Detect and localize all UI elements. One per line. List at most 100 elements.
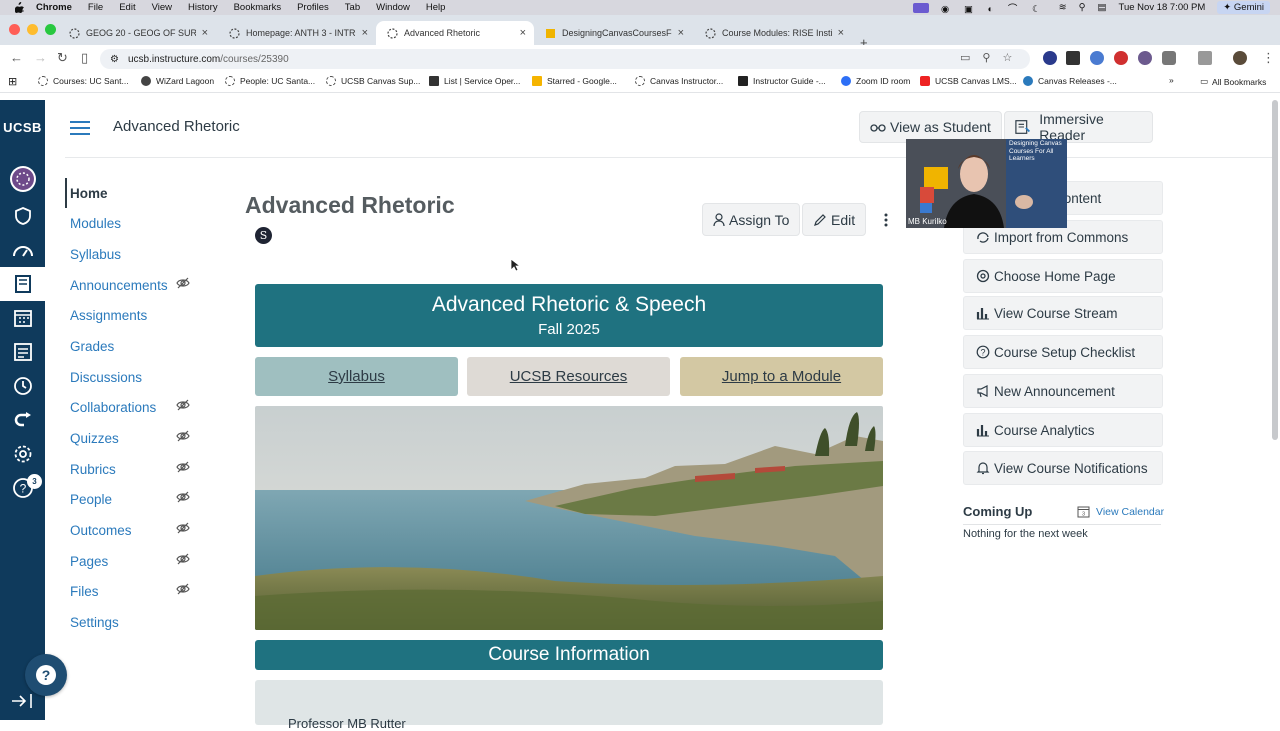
extension-icon[interactable] (1066, 51, 1080, 65)
course-menu-toggle-icon[interactable] (70, 121, 90, 135)
zoom-window-icon[interactable] (45, 24, 56, 35)
control-center-icon[interactable]: ▤ (1098, 2, 1107, 13)
extension-icon[interactable] (1043, 51, 1057, 65)
course-nav-home[interactable]: Home (70, 186, 108, 201)
course-nav-outcomes[interactable]: Outcomes (70, 523, 132, 538)
menu-window[interactable]: Window (376, 2, 410, 13)
view-course-notifications-button[interactable]: View Course Notifications (963, 451, 1163, 485)
nav-inbox[interactable] (0, 335, 45, 369)
nav-calendar[interactable] (0, 301, 45, 335)
ucsb-resources-link-button[interactable]: UCSB Resources (467, 357, 670, 396)
syllabus-link-button[interactable]: Syllabus (255, 357, 458, 396)
bookmark-item[interactable]: UCSB Canvas LMS... (920, 76, 1017, 86)
course-nav-grades[interactable]: Grades (70, 339, 114, 354)
view-calendar-link[interactable]: 3 View Calendar (1077, 505, 1164, 518)
page-scrollbar[interactable] (1272, 100, 1278, 440)
course-nav-modules[interactable]: Modules (70, 216, 121, 231)
floating-help-button[interactable]: ? (25, 654, 67, 696)
nav-history[interactable] (0, 369, 45, 403)
bookmark-item[interactable]: WiZard Lagoon (141, 76, 214, 86)
cast-icon[interactable]: ▭ (960, 51, 970, 64)
search-icon[interactable]: ⚲ (1079, 2, 1086, 13)
gemini-button[interactable]: ✦ Gemini (1217, 1, 1270, 14)
menu-view[interactable]: View (152, 2, 172, 13)
close-tab-icon[interactable]: × (838, 27, 844, 39)
sidebar-icon[interactable] (1198, 51, 1212, 65)
course-nav-discussions[interactable]: Discussions (70, 370, 142, 385)
menu-edit[interactable]: Edit (119, 2, 135, 13)
course-nav-people[interactable]: People (70, 492, 112, 507)
more-options-icon[interactable] (875, 203, 897, 236)
tab-anth3[interactable]: Homepage: ANTH 3 - INTRO × (218, 21, 376, 45)
wifi-icon[interactable]: ≋ (1059, 2, 1067, 13)
nav-dashboard[interactable] (0, 233, 45, 267)
bookmark-item[interactable]: Canvas Releases -... (1023, 76, 1117, 86)
edit-button[interactable]: Edit (802, 203, 867, 236)
tab-designing-canvas[interactable]: DesigningCanvasCoursesFor × (534, 21, 692, 45)
menu-bookmarks[interactable]: Bookmarks (234, 2, 282, 13)
apple-icon[interactable] (12, 1, 26, 15)
screen-share-icon[interactable] (913, 2, 930, 13)
more-menu-icon[interactable]: ⋮ (1262, 50, 1275, 66)
course-nav-settings[interactable]: Settings (70, 615, 119, 630)
course-nav-syllabus[interactable]: Syllabus (70, 247, 121, 262)
all-bookmarks[interactable]: ▭ All Bookmarks (1200, 76, 1266, 87)
nav-admin[interactable] (0, 199, 45, 233)
bookmark-star-icon[interactable]: ☆ (1002, 51, 1012, 64)
bookmark-item[interactable]: Instructor Guide -... (738, 76, 826, 86)
apps-grid-icon[interactable]: ⊞ (8, 75, 17, 88)
nav-account[interactable] (0, 162, 45, 196)
zoom-icon[interactable]: ⚲ (982, 51, 990, 64)
course-setup-checklist-button[interactable]: ? Course Setup Checklist (963, 335, 1163, 369)
collapse-nav-icon[interactable] (10, 693, 34, 714)
sidepanel-icon[interactable]: ▯ (81, 50, 88, 66)
close-tab-icon[interactable]: × (678, 27, 684, 39)
ucsb-logo[interactable]: UCSB (0, 100, 45, 155)
menu-file[interactable]: File (88, 2, 103, 13)
course-nav-announcements[interactable]: Announcements (70, 278, 168, 293)
choose-home-page-button[interactable]: Choose Home Page (963, 259, 1163, 293)
minimize-window-icon[interactable] (27, 24, 38, 35)
tab-geog20[interactable]: GEOG 20 - GEOG OF SURFING × (58, 21, 216, 45)
menu-chrome[interactable]: Chrome (36, 2, 72, 13)
bookmark-item[interactable]: Courses: UC Sant... (38, 76, 129, 86)
bookmark-item[interactable]: UCSB Canvas Sup... (326, 76, 420, 86)
bookmark-item[interactable]: People: UC Santa... (225, 76, 315, 86)
close-window-icon[interactable] (9, 24, 20, 35)
menu-profiles[interactable]: Profiles (297, 2, 329, 13)
breadcrumb[interactable]: Advanced Rhetoric (113, 118, 240, 135)
tab-course-modules[interactable]: Course Modules: RISE Institu × (694, 21, 852, 45)
close-tab-icon[interactable]: × (202, 27, 208, 39)
close-tab-icon[interactable]: × (520, 27, 526, 39)
menu-history[interactable]: History (188, 2, 218, 13)
extension-icon[interactable] (1138, 51, 1152, 65)
view-course-stream-button[interactable]: View Course Stream (963, 296, 1163, 330)
reload-icon[interactable]: ↻ (57, 50, 68, 66)
bookmark-item[interactable]: Zoom ID room (841, 76, 910, 86)
course-nav-assignments[interactable]: Assignments (70, 308, 147, 323)
course-nav-quizzes[interactable]: Quizzes (70, 431, 119, 446)
forward-icon[interactable]: → (34, 50, 47, 65)
extension-icon[interactable] (1090, 51, 1104, 65)
course-nav-files[interactable]: Files (70, 584, 99, 599)
menu-tab[interactable]: Tab (345, 2, 360, 13)
nav-studio[interactable] (0, 403, 45, 437)
jump-to-module-link-button[interactable]: Jump to a Module (680, 357, 883, 396)
bookmarks-overflow-icon[interactable]: » (1169, 75, 1174, 85)
course-analytics-button[interactable]: Course Analytics (963, 413, 1163, 447)
nav-courses[interactable] (0, 267, 45, 301)
back-icon[interactable]: ← (10, 50, 23, 65)
close-tab-icon[interactable]: × (362, 27, 368, 39)
bookmark-item[interactable]: Starred - Google... (532, 76, 617, 86)
bookmark-item[interactable]: Canvas Instructor... (635, 76, 723, 86)
assign-to-button[interactable]: Assign To (702, 203, 801, 236)
extension-icon[interactable] (1114, 51, 1128, 65)
menu-help[interactable]: Help (426, 2, 446, 13)
new-announcement-button[interactable]: New Announcement (963, 374, 1163, 408)
course-nav-pages[interactable]: Pages (70, 554, 108, 569)
url-field[interactable]: ⚙ ucsb.instructure.com/courses/25390 (100, 49, 1030, 69)
extensions-puzzle-icon[interactable] (1162, 51, 1176, 65)
nav-settings[interactable] (0, 437, 45, 471)
user-badge[interactable]: S (255, 227, 272, 244)
bookmark-item[interactable]: List | Service Oper... (429, 76, 520, 86)
